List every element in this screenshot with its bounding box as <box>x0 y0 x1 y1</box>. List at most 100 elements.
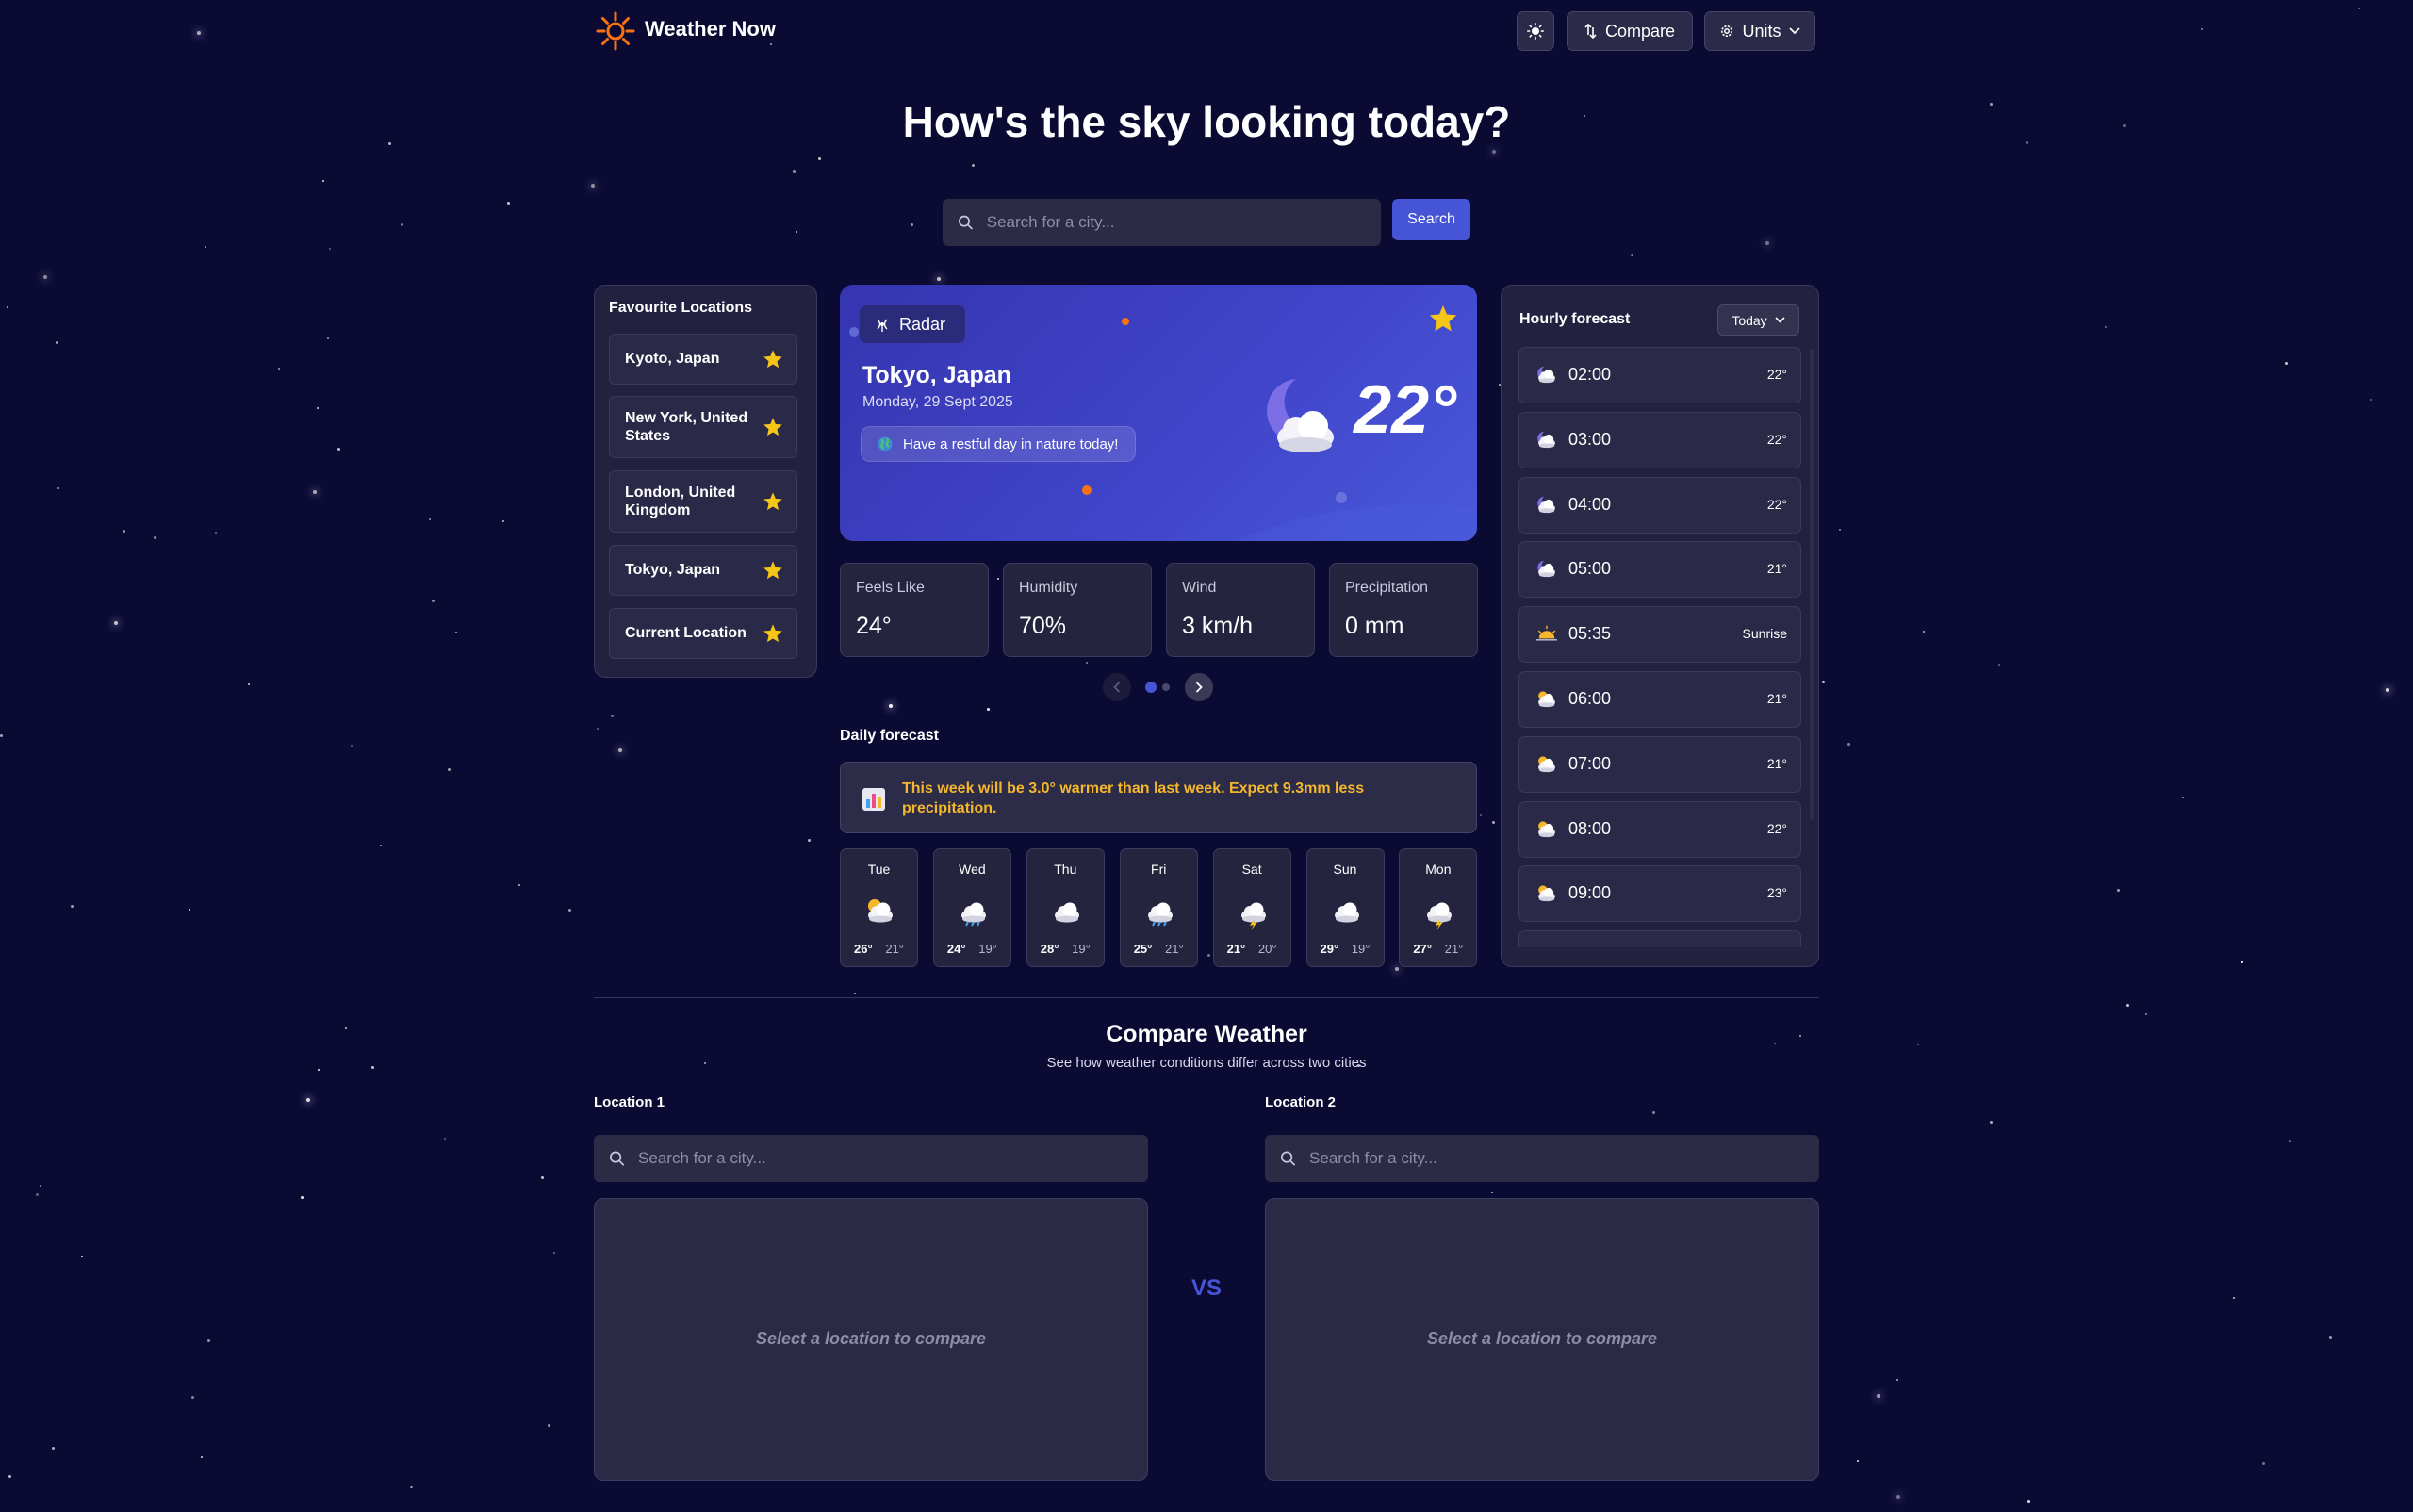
pager-dot-active[interactable] <box>1145 682 1157 693</box>
stat-card-wind: Wind 3 km/h <box>1166 563 1315 657</box>
hour-row[interactable]: 03:00 22° <box>1518 411 1801 468</box>
star-icon[interactable] <box>763 491 783 512</box>
favourite-item[interactable]: New York, United States <box>609 396 797 458</box>
theme-toggle-button[interactable] <box>1517 11 1554 51</box>
star-icon[interactable] <box>763 349 783 370</box>
daily-tip-text: Have a restful day in nature today! <box>903 436 1119 452</box>
star <box>322 180 324 182</box>
favourite-label: Tokyo, Japan <box>625 562 721 579</box>
moon-cloud-icon <box>1267 379 1334 452</box>
hour-time: 03:00 <box>1568 429 1612 449</box>
hour-row[interactable]: 07:00 21° <box>1518 735 1801 793</box>
star-icon[interactable] <box>763 560 783 581</box>
favourite-item[interactable]: London, United Kingdom <box>609 470 797 533</box>
compare-button[interactable]: Compare <box>1567 11 1693 51</box>
day-card[interactable]: Sat 21° 20° <box>1212 848 1291 967</box>
star <box>455 632 457 633</box>
stat-label: Feels Like <box>856 580 925 596</box>
day-card[interactable]: Fri 25° 21° <box>1119 848 1198 967</box>
units-dropdown[interactable]: Units <box>1704 11 1815 51</box>
search-button[interactable]: Search <box>1392 199 1470 240</box>
day-card[interactable]: Sun 29° 19° <box>1305 848 1385 967</box>
radar-label: Radar <box>899 314 946 334</box>
day-high: 21° <box>1226 942 1246 956</box>
hour-row[interactable]: 05:35 Sunrise <box>1518 606 1801 664</box>
day-card[interactable]: Thu 28° 19° <box>1026 848 1105 967</box>
hour-row[interactable]: 06:00 21° <box>1518 671 1801 728</box>
star <box>611 715 614 717</box>
hour-row-partial <box>1518 930 1801 947</box>
hour-row[interactable]: 09:00 23° <box>1518 865 1801 923</box>
day-name: Sat <box>1241 862 1262 877</box>
search-input[interactable] <box>986 213 1381 232</box>
location2-compare-box: Select a location to compare <box>1265 1198 1819 1481</box>
hour-row[interactable]: 05:00 21° <box>1518 541 1801 599</box>
compare-subtitle: See how weather conditions differ across… <box>1046 1055 1367 1071</box>
bar-chart-icon <box>862 788 885 811</box>
day-high: 24° <box>946 942 966 956</box>
stat-value: 70% <box>1019 613 1067 639</box>
hour-icon-wrap <box>1535 688 1559 711</box>
star <box>7 306 8 308</box>
favourite-item[interactable]: Tokyo, Japan <box>609 545 797 596</box>
location2-input[interactable] <box>1309 1149 1819 1168</box>
star <box>1492 821 1495 824</box>
chevron-down-icon <box>1788 27 1800 35</box>
day-card[interactable]: Tue 26° 21° <box>840 848 918 967</box>
star <box>123 530 125 533</box>
radar-button[interactable]: Radar <box>860 305 965 343</box>
star <box>8 1475 11 1478</box>
star <box>2262 1462 2265 1465</box>
star <box>548 1424 550 1427</box>
star <box>215 532 217 534</box>
day-name: Tue <box>867 862 891 877</box>
star-icon[interactable] <box>763 417 783 437</box>
main-search <box>943 199 1381 246</box>
pager-dot[interactable] <box>1162 683 1170 691</box>
hour-row[interactable]: 02:00 22° <box>1518 347 1801 403</box>
day-icon-wrap <box>957 895 991 927</box>
location1-input[interactable] <box>638 1149 1148 1168</box>
hour-icon-wrap <box>1535 753 1559 776</box>
sun-cloud-icon <box>1538 691 1555 708</box>
favourite-item[interactable]: Kyoto, Japan <box>609 334 797 385</box>
star <box>770 43 772 45</box>
day-low: 21° <box>1165 942 1184 956</box>
current-temperature: 22° <box>1354 372 1456 448</box>
next-button[interactable] <box>1185 673 1213 701</box>
gear-icon <box>1721 25 1733 37</box>
favourite-item[interactable]: Current Location <box>609 608 797 659</box>
sun-cloud-icon <box>1538 821 1555 837</box>
star <box>796 231 797 233</box>
day-low: 21° <box>885 942 904 956</box>
star <box>1990 1121 1993 1124</box>
star-icon[interactable] <box>763 623 783 644</box>
sun-cloud-icon <box>1538 885 1555 902</box>
star <box>2241 961 2243 963</box>
star <box>1480 814 1482 816</box>
day-card[interactable]: Mon 27° 21° <box>1399 848 1478 967</box>
favourite-star-icon[interactable] <box>1428 304 1458 334</box>
hourly-scrollbar[interactable] <box>1810 349 1814 820</box>
star <box>818 157 821 160</box>
hour-row[interactable]: 08:00 22° <box>1518 800 1801 858</box>
search-icon <box>610 1151 624 1166</box>
star <box>36 1193 39 1196</box>
star <box>57 487 59 489</box>
day-select[interactable]: Today <box>1717 304 1799 336</box>
previous-button[interactable] <box>1103 673 1131 701</box>
star <box>1839 529 1841 531</box>
chevron-left-icon <box>1113 682 1121 693</box>
star <box>997 578 999 580</box>
star <box>432 600 435 602</box>
star <box>541 1176 544 1179</box>
day-card[interactable]: Wed 24° 19° <box>932 848 1011 967</box>
star <box>301 1196 304 1199</box>
hour-icon-wrap <box>1535 558 1559 581</box>
hour-row[interactable]: 04:00 22° <box>1518 476 1801 534</box>
hour-time: 09:00 <box>1568 883 1612 903</box>
sunrise-icon <box>1536 625 1557 641</box>
day-icon-wrap <box>1237 895 1271 930</box>
city-name: Tokyo, Japan <box>862 362 1011 388</box>
day-high: 26° <box>854 942 873 956</box>
